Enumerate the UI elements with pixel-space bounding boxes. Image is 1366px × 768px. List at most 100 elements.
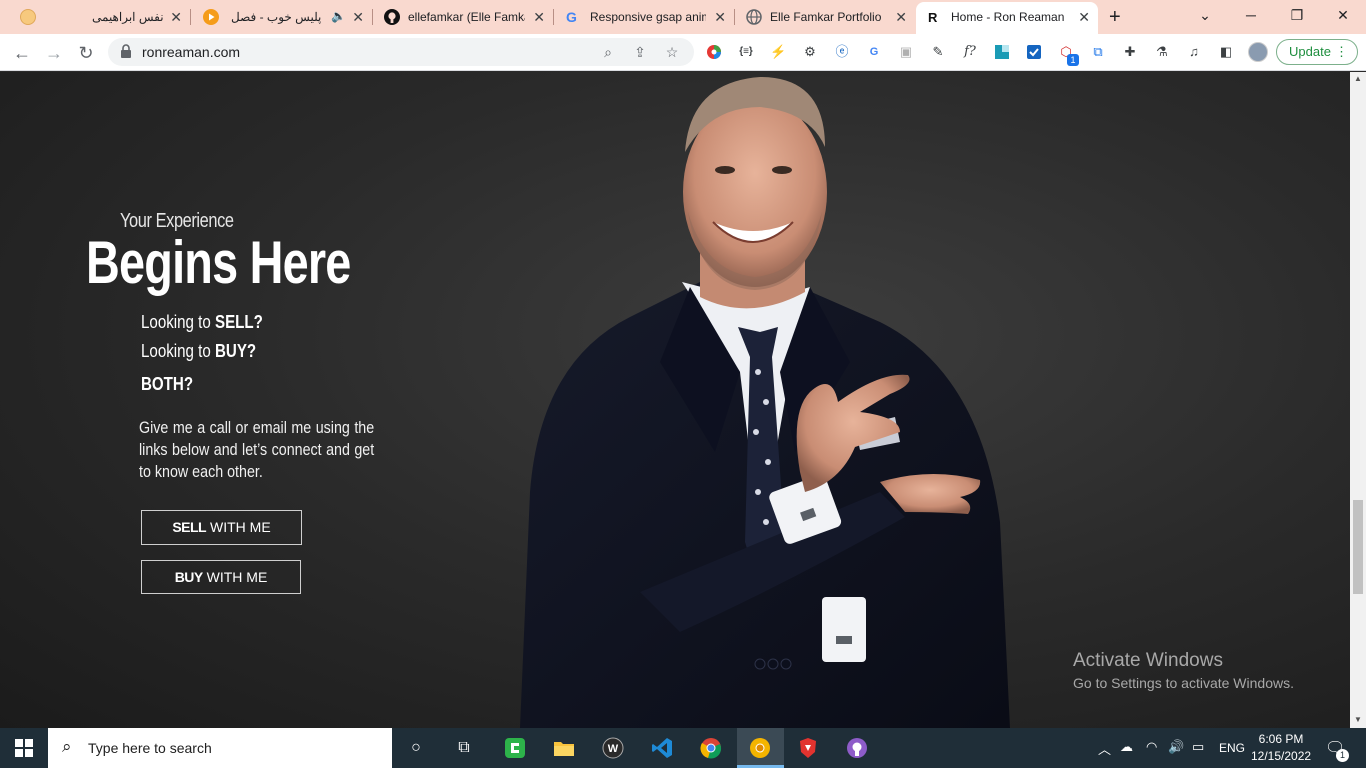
play-icon: [203, 9, 219, 25]
cortana-icon[interactable]: ○: [404, 736, 428, 760]
close-window-button[interactable]: ✕: [1320, 0, 1366, 30]
tab-5[interactable]: Elle Famkar Portfolio | ✕: [735, 0, 915, 34]
zoom-icon[interactable]: ⌕: [600, 44, 616, 60]
tab-title: پلیس خوب - فصل: [231, 10, 322, 24]
minimize-button[interactable]: ─: [1228, 0, 1274, 30]
tab-1[interactable]: نفس ابراهیمی ✕: [8, 0, 190, 34]
avatar[interactable]: [1248, 42, 1268, 62]
watermark-line2: Go to Settings to activate Windows.: [1073, 675, 1294, 691]
tab-active[interactable]: R Home - Ron Reaman | ✕: [916, 2, 1098, 34]
hero-section: Your Experience Begins Here Looking to S…: [0, 72, 1350, 728]
tab-title: Responsive gsap anim: [590, 10, 706, 24]
watermark-line1: Activate Windows: [1073, 650, 1223, 671]
tab-title: Home - Ron Reaman |: [951, 10, 1067, 24]
lightning-icon[interactable]: ⚡: [770, 44, 786, 60]
gear-icon[interactable]: ⚙: [802, 44, 818, 60]
language-indicator[interactable]: ENG: [1219, 741, 1245, 755]
sell-prefix: Looking to: [141, 312, 215, 332]
tab-2[interactable]: پلیس خوب - فصل 🔈 ✕: [191, 0, 372, 34]
buy-btn-bold: BUY: [174, 569, 204, 585]
vscode-icon[interactable]: [650, 736, 674, 760]
search-icon: ⌕: [62, 737, 72, 756]
wifi-icon[interactable]: ◠: [1146, 739, 1157, 755]
brave-icon[interactable]: [796, 736, 820, 760]
close-icon[interactable]: ✕: [1078, 10, 1090, 24]
eyedropper-icon[interactable]: ✎: [930, 44, 946, 60]
tab-3[interactable]: ellefamkar (Elle Famka ✕: [373, 0, 553, 34]
forward-button[interactable]: →: [40, 39, 68, 67]
speaker-icon[interactable]: 🔈: [331, 9, 346, 23]
windows-logo-icon: [15, 739, 33, 757]
r-icon: R: [928, 10, 938, 25]
close-icon[interactable]: ✕: [352, 10, 364, 24]
tab-4[interactable]: G Responsive gsap anim ✕: [554, 0, 734, 34]
grid-icon[interactable]: [994, 44, 1010, 60]
start-button[interactable]: [0, 728, 48, 768]
task-view-icon[interactable]: ⧉: [452, 736, 476, 760]
camtasia-icon[interactable]: [503, 736, 527, 760]
tab-title: نفس ابراهیمی: [92, 10, 164, 24]
scroll-down-arrow-icon[interactable]: ▼: [1354, 715, 1362, 724]
cloud-icon[interactable]: ☁: [1120, 739, 1133, 755]
file-explorer-icon[interactable]: [552, 736, 576, 760]
reload-button[interactable]: ↻: [72, 39, 100, 67]
sell-with-me-button[interactable]: SELL WITH ME: [141, 510, 302, 545]
sell-question: Looking to SELL?: [141, 312, 263, 333]
share-icon[interactable]: ⇪: [632, 44, 648, 60]
close-icon[interactable]: ✕: [895, 10, 907, 24]
font-finder-icon[interactable]: f?: [962, 44, 978, 60]
screenshot-icon[interactable]: ▣: [898, 44, 914, 60]
close-icon[interactable]: ✕: [170, 10, 182, 24]
search-placeholder: Type here to search: [88, 740, 212, 756]
windows-taskbar: ⌕ Type here to search ○ ⧉ W ︿ ☁ ◠ 🔊 ▭ EN…: [0, 728, 1366, 768]
lock-icon[interactable]: [118, 44, 134, 60]
media-control-icon[interactable]: ♫: [1186, 44, 1202, 60]
color-picker-icon[interactable]: [706, 44, 722, 60]
sell-btn-rest: WITH ME: [206, 519, 271, 535]
google-icon: G: [566, 9, 577, 25]
puzzle-icon[interactable]: ✚: [1122, 44, 1138, 60]
new-tab-button[interactable]: +: [1109, 6, 1121, 29]
buy-with-me-button[interactable]: BUY WITH ME: [141, 560, 301, 594]
ie-tab-icon[interactable]: ⓔ: [834, 44, 850, 60]
side-panel-icon[interactable]: ◧: [1218, 44, 1234, 60]
chrome-canary-icon: [748, 736, 772, 760]
hero-blurb: Give me a call or email me using the lin…: [139, 418, 375, 481]
wordweb-icon[interactable]: W: [601, 736, 625, 760]
github-desktop-icon[interactable]: [845, 736, 869, 760]
tab-title: ellefamkar (Elle Famka: [408, 10, 525, 24]
sell-btn-bold: SELL: [172, 519, 207, 535]
svg-text:W: W: [608, 743, 619, 755]
scroll-up-arrow-icon[interactable]: ▲: [1354, 74, 1362, 83]
orange-circle-icon: [20, 9, 36, 25]
tab-search-button[interactable]: ⌄: [1182, 0, 1228, 30]
hero-title: Begins Here: [86, 229, 351, 296]
volume-icon[interactable]: 🔊: [1168, 739, 1184, 755]
github-icon: [384, 9, 400, 25]
json-viewer-icon[interactable]: {≡}: [738, 44, 754, 60]
update-button[interactable]: Update ⋮: [1276, 39, 1358, 65]
clock-date: 12/15/2022: [1251, 749, 1312, 763]
browser-toolbar: ← → ↻ ronreaman.com ⌕ ⇪ ☆ {≡} ⚡ ⚙ ⓔ G ▣ …: [0, 34, 1366, 71]
translate-icon[interactable]: G: [866, 44, 882, 60]
chrome-icon[interactable]: [699, 736, 723, 760]
bookmark-star-icon[interactable]: ☆: [664, 44, 680, 60]
page-scrollbar[interactable]: ▲ ▼: [1350, 72, 1366, 728]
close-icon[interactable]: ✕: [714, 10, 726, 24]
battery-icon[interactable]: ▭: [1192, 739, 1204, 755]
scroll-thumb[interactable]: [1353, 500, 1363, 594]
taskbar-active-app[interactable]: [737, 728, 784, 768]
close-icon[interactable]: ✕: [533, 10, 545, 24]
screen-recorder-icon[interactable]: ⧉: [1090, 44, 1106, 60]
flask-icon[interactable]: ⚗: [1154, 44, 1170, 60]
address-bar[interactable]: ronreaman.com ⌕ ⇪ ☆: [108, 38, 694, 66]
tab-title: Elle Famkar Portfolio |: [770, 10, 885, 24]
system-clock[interactable]: 6:06 PM 12/15/2022: [1251, 731, 1311, 765]
restore-button[interactable]: ❐: [1274, 0, 1320, 30]
taskbar-search[interactable]: ⌕ Type here to search: [48, 728, 392, 768]
back-button[interactable]: ←: [8, 39, 36, 67]
checkbox-icon[interactable]: [1026, 44, 1042, 60]
url-text: ronreaman.com: [142, 44, 241, 60]
tray-chevron-icon[interactable]: ︿: [1098, 739, 1111, 758]
sell-word: SELL?: [214, 312, 263, 332]
